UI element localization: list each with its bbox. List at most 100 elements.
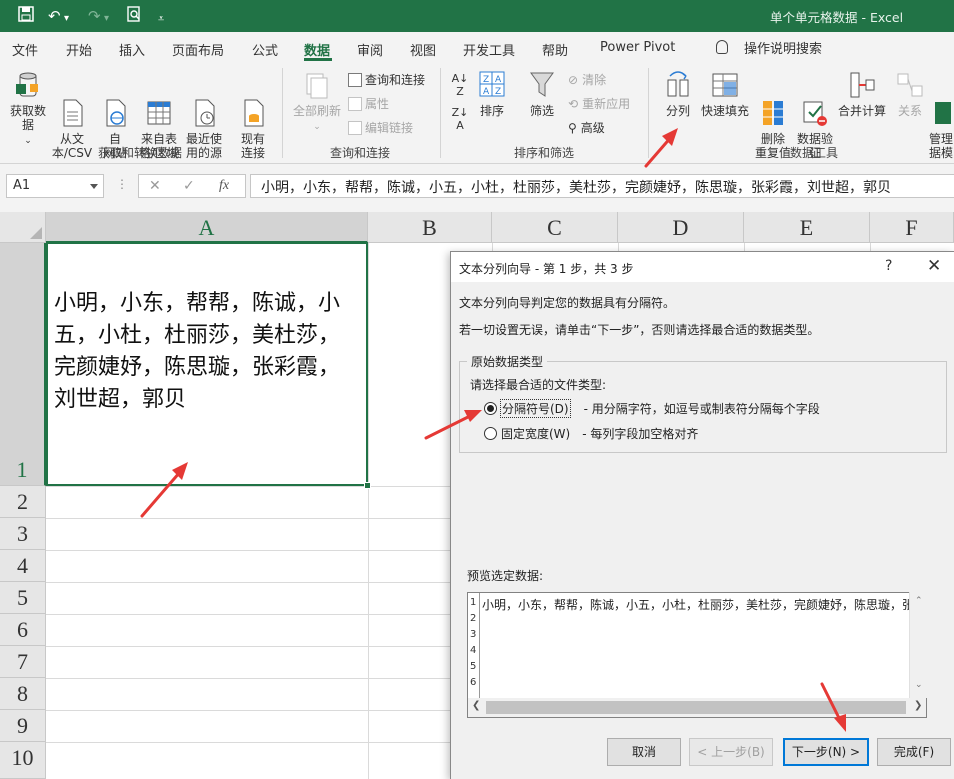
filter-button[interactable]: 筛选 (524, 70, 560, 118)
sort-az-icon: A↓ Z (451, 72, 469, 98)
help-icon[interactable]: ? (885, 258, 892, 274)
queries-icon (348, 73, 362, 87)
column-header-b[interactable]: B (368, 212, 492, 243)
advanced-filter-icon: ⚲ (568, 121, 577, 135)
tab-help[interactable]: 帮助 (542, 40, 568, 59)
row-header-7[interactable]: 7 (0, 646, 46, 678)
tell-me-search[interactable]: 操作说明搜索 (744, 38, 822, 57)
existing-connections-button[interactable]: 现有 连接 (232, 70, 274, 160)
relationships-button[interactable]: 关系 (890, 70, 930, 118)
row-header-1[interactable]: 1 (0, 243, 46, 486)
radio-button[interactable] (484, 402, 497, 415)
next-button[interactable]: 下一步(N) > (783, 738, 869, 766)
manage-data-model-button[interactable]: 管理 据模 (928, 70, 954, 160)
get-data-button[interactable]: 获取数据 ⌄ (6, 70, 50, 148)
flash-fill-icon (711, 70, 739, 100)
tab-page-layout[interactable]: 页面布局 (172, 40, 224, 59)
text-to-columns-button[interactable]: 分列 (660, 70, 696, 118)
dialog-titlebar[interactable]: 文本分列向导 - 第 1 步，共 3 步 ? ✕ (451, 252, 954, 282)
tab-insert[interactable]: 插入 (119, 40, 145, 59)
sort-az-button[interactable]: A↓ Z Z↓ A (450, 72, 470, 132)
remove-duplicates-button[interactable]: 删除 重复值 (752, 70, 794, 160)
preview-text: 小明，小东，帮帮，陈诚，小五，小杜，杜丽莎，美杜莎，完颜婕妤，陈思璇，张彩 (482, 598, 927, 612)
scroll-right-icon[interactable]: ❯ (914, 700, 922, 711)
formula-input[interactable]: 小明，小东，帮帮，陈诚，小五，小杜，杜丽莎，美杜莎，完颜婕妤，陈思璇，张彩霞，刘… (250, 174, 954, 198)
tab-developer[interactable]: 开发工具 (463, 40, 515, 59)
text-to-columns-wizard-dialog: 文本分列向导 - 第 1 步，共 3 步 ? ✕ 文本分列向导判定您的数据具有分… (450, 251, 954, 779)
window-title: 单个单元格数据 - Excel (770, 10, 904, 25)
redo-icon[interactable]: ↷ (88, 6, 101, 26)
print-preview-icon[interactable] (126, 6, 142, 27)
refresh-all-button[interactable]: 全部刷新 ⌄ (290, 70, 344, 134)
sort-button[interactable]: ZAAZ 排序 (474, 70, 510, 118)
ribbon-separator (440, 68, 441, 158)
ribbon: 获取数据 ⌄ 从文 本/CSV 自 网站 来自表 格/区域 最近使 用的源 现有 … (0, 62, 954, 164)
column-header-c[interactable]: C (492, 212, 618, 243)
scroll-up-icon[interactable]: ⌃ (915, 596, 923, 606)
name-box[interactable]: A1 (6, 174, 104, 198)
wizard-message: 文本分列向导判定您的数据具有分隔符。 (459, 296, 676, 310)
redo-dropdown-icon[interactable]: ▾ (104, 9, 109, 29)
from-text-csv-button[interactable]: 从文 本/CSV (50, 70, 94, 160)
radio-fixed-width[interactable]: 固定宽度(W) - 每列字段加空格对齐 (484, 425, 698, 442)
column-header-d[interactable]: D (618, 212, 744, 243)
lightbulb-icon (716, 40, 728, 54)
active-tab-indicator (304, 58, 332, 61)
radio-delimited[interactable]: 分隔符号(D) - 用分隔字符，如逗号或制表符分隔每个字段 (484, 399, 820, 418)
row-header-9[interactable]: 9 (0, 710, 46, 742)
column-header-e[interactable]: E (744, 212, 870, 243)
scroll-down-icon[interactable]: ⌄ (915, 680, 923, 690)
preview-label: 预览选定数据: (467, 569, 544, 583)
fill-handle[interactable] (364, 482, 371, 489)
edit-links-button[interactable]: 编辑链接 (348, 120, 413, 136)
recent-sources-icon (190, 84, 218, 127)
tab-view[interactable]: 视图 (410, 40, 436, 59)
tab-review[interactable]: 审阅 (357, 40, 383, 59)
text-file-icon (58, 84, 86, 127)
preview-horizontal-scrollbar[interactable]: ❮ ❯ (467, 698, 927, 718)
radio-button[interactable] (484, 427, 497, 440)
group-label-get-transform: 获取和转换数据 (98, 146, 183, 160)
consolidate-button[interactable]: 合并计算 (836, 70, 888, 118)
recent-sources-button[interactable]: 最近使 用的源 (182, 70, 226, 160)
cell-a1[interactable]: 小明，小东，帮帮，陈诚，小五，小杜，杜丽莎，美杜莎，完颜婕妤，陈思璇，张彩霞，刘… (46, 242, 368, 486)
tab-file[interactable]: 文件 (12, 40, 38, 59)
back-button[interactable]: < 上一步(B) (689, 738, 773, 766)
tab-home[interactable]: 开始 (66, 40, 92, 59)
save-icon[interactable] (18, 6, 34, 27)
svg-text:Z: Z (495, 87, 501, 97)
row-header-4[interactable]: 4 (0, 550, 46, 582)
undo-dropdown-icon[interactable]: ▾ (64, 9, 69, 29)
close-icon[interactable]: ✕ (927, 256, 941, 276)
more-options-icon: ⋮ (116, 177, 128, 191)
cancel-button[interactable]: 取消 (607, 738, 681, 766)
column-header-f[interactable]: F (870, 212, 954, 243)
scroll-left-icon[interactable]: ❮ (472, 700, 480, 711)
tab-data[interactable]: 数据 (304, 40, 330, 59)
reapply-button[interactable]: ⟲ 重新应用 (568, 96, 630, 112)
row-header-10[interactable]: 10 (0, 742, 46, 779)
column-header-a[interactable]: A (46, 212, 368, 243)
select-all-corner[interactable] (0, 212, 46, 243)
finish-button[interactable]: 完成(F) (877, 738, 951, 766)
scrollbar-thumb[interactable] (486, 701, 906, 714)
customize-icon[interactable]: ⩡ (158, 9, 164, 29)
flash-fill-button[interactable]: 快速填充 (698, 70, 752, 118)
row-header-2[interactable]: 2 (0, 486, 46, 518)
tab-formulas[interactable]: 公式 (252, 40, 278, 59)
row-header-5[interactable]: 5 (0, 582, 46, 614)
advanced-button[interactable]: ⚲ 高级 (568, 120, 605, 136)
properties-button[interactable]: 属性 (348, 96, 389, 112)
queries-connections-button[interactable]: 查询和连接 (348, 72, 425, 88)
row-header-6[interactable]: 6 (0, 614, 46, 646)
row-header-8[interactable]: 8 (0, 678, 46, 710)
tab-power-pivot[interactable]: Power Pivot (600, 40, 675, 55)
reapply-icon: ⟲ (568, 97, 579, 111)
preview-vertical-scrollbar[interactable]: ⌃ ⌄ (909, 592, 927, 700)
enter-icon[interactable]: ✓ (183, 178, 195, 194)
row-header-3[interactable]: 3 (0, 518, 46, 550)
undo-icon[interactable]: ↶ (48, 6, 61, 26)
insert-function-icon[interactable]: fx (219, 178, 229, 194)
clear-button[interactable]: ⊘ 清除 (568, 72, 606, 88)
cancel-icon[interactable]: ✕ (149, 178, 161, 194)
